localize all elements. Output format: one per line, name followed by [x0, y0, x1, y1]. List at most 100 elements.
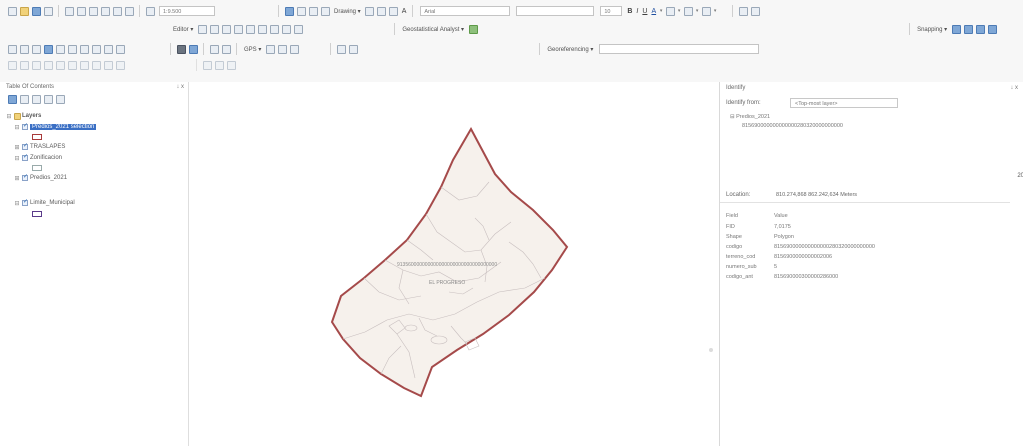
extra-tool-icon[interactable]	[738, 6, 748, 16]
extra-tool-icon[interactable]	[348, 44, 358, 54]
collapse-icon[interactable]: ⊟	[14, 124, 20, 131]
underline-button[interactable]: U	[642, 8, 647, 15]
layer-item[interactable]: ⊟ Limite_Municipal	[14, 198, 75, 208]
layer-item[interactable]: ⊞ TRASLAPES	[14, 142, 65, 152]
geostatistical-analyst-menu[interactable]: Geostatistical Analyst ▾	[402, 26, 464, 33]
fixed-zoom-in-icon[interactable]	[55, 44, 65, 54]
dropdown-icon[interactable]: ▾	[694, 8, 700, 14]
font-combo-extra[interactable]	[516, 6, 595, 16]
point-snapping-icon[interactable]	[951, 24, 961, 34]
cut-icon[interactable]	[64, 6, 74, 16]
layer-visibility-checkbox[interactable]	[22, 122, 28, 130]
select-features-icon[interactable]	[103, 44, 113, 54]
catalog-window-icon[interactable]	[308, 6, 318, 16]
redo-icon[interactable]	[124, 6, 134, 16]
measure-icon[interactable]	[221, 44, 231, 54]
vertex-snapping-icon[interactable]	[975, 24, 985, 34]
georeferencing-menu[interactable]: Georeferencing ▾	[547, 46, 593, 53]
delete-icon[interactable]	[100, 6, 110, 16]
layer-visibility-checkbox[interactable]	[22, 153, 28, 161]
layer-name[interactable]: Zonificacion	[30, 155, 62, 161]
undo-icon[interactable]	[112, 6, 122, 16]
collapse-icon[interactable]: ⊟	[14, 155, 20, 162]
layer-item[interactable]: ⊟ Zonificacion	[14, 153, 62, 163]
layer-visibility-checkbox[interactable]	[22, 198, 28, 206]
identify-tree-feature[interactable]: 815690000000000000280320000000000	[742, 123, 843, 129]
collapse-icon[interactable]: ⊟	[6, 113, 12, 120]
straight-segment-icon[interactable]	[221, 24, 231, 34]
gps-menu[interactable]: GPS ▾	[244, 46, 261, 53]
map-view[interactable]: 913560000000000000000000000000000000 EL …	[189, 82, 719, 446]
split-icon[interactable]	[245, 24, 255, 34]
forward-extent-icon[interactable]	[91, 44, 101, 54]
clear-selection-icon[interactable]	[115, 44, 125, 54]
layer-name[interactable]: Limite_Municipal	[30, 200, 75, 206]
edit-tool-icon[interactable]	[197, 24, 207, 34]
layer-item[interactable]: ⊟ Predios_2021 selection	[14, 122, 97, 132]
select-elements-icon[interactable]	[176, 44, 186, 54]
dropdown-icon[interactable]: ▾	[676, 8, 682, 14]
layer-name[interactable]: TRASLAPES	[30, 144, 65, 150]
trace-icon[interactable]	[233, 24, 243, 34]
dropdown-icon[interactable]: ▾	[712, 8, 718, 14]
expand-icon[interactable]: ⊞	[14, 175, 20, 182]
polygon-symbol-icon[interactable]	[32, 165, 42, 171]
extra-tool-icon[interactable]	[336, 44, 346, 54]
list-by-source-icon[interactable]	[19, 95, 29, 104]
font-combo[interactable]: Arial	[420, 6, 511, 16]
toc-window-icon[interactable]	[296, 6, 306, 16]
identify-tree-layer[interactable]: ⊟ Predios_2021	[730, 114, 770, 120]
font-size-combo[interactable]: 10	[600, 6, 623, 16]
rotate-feature-icon[interactable]	[257, 24, 267, 34]
identify-pin-close-buttons[interactable]: ↓ x	[1010, 85, 1018, 91]
dropdown-icon[interactable]: ▾	[658, 8, 664, 14]
save-icon[interactable]	[31, 6, 41, 16]
pan-icon[interactable]	[31, 44, 41, 54]
zoom-out-icon[interactable]	[19, 44, 29, 54]
find-icon[interactable]	[209, 44, 219, 54]
text-a-button[interactable]: A	[402, 8, 407, 15]
identify-icon[interactable]	[188, 44, 198, 54]
paste-icon[interactable]	[88, 6, 98, 16]
font-color-button[interactable]: A	[651, 8, 656, 15]
sketch-properties-icon[interactable]	[281, 24, 291, 34]
list-by-visibility-icon[interactable]	[31, 95, 41, 104]
attributes-icon[interactable]	[269, 24, 279, 34]
map-canvas[interactable]: 913560000000000000000000000000000000 EL …	[189, 82, 719, 446]
gps-position-icon[interactable]	[277, 44, 287, 54]
toc-pin-close-buttons[interactable]: ↓ x	[176, 84, 184, 90]
full-extent-icon[interactable]	[43, 44, 53, 54]
edit-annotation-icon[interactable]	[209, 24, 219, 34]
report-icon[interactable]	[226, 60, 236, 70]
gps-log-icon[interactable]	[289, 44, 299, 54]
layer-name[interactable]: Predios_2021	[30, 175, 67, 181]
fill-color-icon[interactable]	[665, 6, 675, 16]
layer-visibility-checkbox[interactable]	[22, 142, 28, 150]
create-features-icon[interactable]	[293, 24, 303, 34]
polygon-symbol-icon[interactable]	[32, 134, 42, 140]
gps-connect-icon[interactable]	[265, 44, 275, 54]
rotate-icon[interactable]	[377, 6, 387, 16]
editor-menu[interactable]: Editor ▾	[173, 26, 193, 33]
add-data-icon[interactable]	[145, 6, 155, 16]
chart-icon[interactable]	[214, 60, 224, 70]
list-by-drawing-order-icon[interactable]	[7, 95, 17, 104]
back-extent-icon[interactable]	[79, 44, 89, 54]
edge-snapping-icon[interactable]	[987, 24, 997, 34]
list-by-selection-icon[interactable]	[43, 95, 53, 104]
layer-visibility-checkbox[interactable]	[22, 173, 28, 181]
scale-combo[interactable]: 1:9.500	[159, 6, 215, 16]
polygon-symbol-icon[interactable]	[32, 211, 42, 217]
layer-item[interactable]: ⊞ Predios_2021	[14, 173, 67, 183]
toc-options-icon[interactable]	[55, 95, 65, 104]
italic-button[interactable]: I	[636, 8, 638, 15]
snapping-menu[interactable]: Snapping ▾	[917, 26, 947, 33]
zoom-in-icon[interactable]	[7, 44, 17, 54]
georeferencing-layer-combo[interactable]	[599, 44, 760, 54]
table-icon[interactable]	[202, 60, 212, 70]
new-document-icon[interactable]	[7, 6, 17, 16]
drawing-menu[interactable]: Drawing ▾	[334, 8, 361, 15]
fixed-zoom-out-icon[interactable]	[67, 44, 77, 54]
expand-icon[interactable]: ⊞	[14, 144, 20, 151]
layer-name[interactable]: Predios_2021 selection	[30, 124, 97, 130]
